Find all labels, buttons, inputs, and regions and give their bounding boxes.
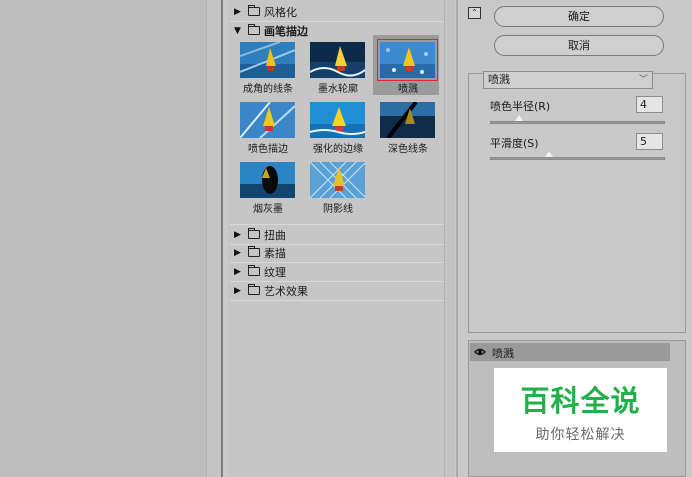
category-sketch[interactable]: ▶ 素描 — [230, 243, 444, 263]
spray-radius-label: 喷色半径(R) — [490, 100, 551, 113]
slider-knob[interactable] — [515, 115, 523, 121]
triangle-right-icon: ▶ — [234, 247, 241, 258]
folder-icon — [248, 284, 260, 295]
thumbnail-image — [310, 162, 365, 198]
preview-scrollbar[interactable] — [206, 0, 221, 477]
thumbnail-label: 墨水轮廓 — [318, 84, 358, 95]
thumbnail-sumi-e[interactable]: 烟灰墨 — [233, 155, 299, 215]
thumbnail-dark-strokes[interactable]: 深色线条 — [373, 95, 439, 155]
thumbnail-accented-edges[interactable]: 成角的线条 — [233, 35, 299, 95]
category-label: 风格化 — [264, 5, 297, 19]
thumbnail-label: 深色线条 — [388, 144, 428, 155]
panel-divider — [221, 0, 223, 477]
ok-button[interactable]: 确定 — [494, 6, 664, 27]
filter-gallery: ▶ 风格化 ▼ 画笔描边 成角的线条 墨水轮廓 喷溅 喷色描边 强化的边缘 深色… — [228, 0, 444, 477]
category-artistic[interactable]: ▶ 艺术效果 — [230, 281, 444, 301]
thumbnail-image — [240, 102, 295, 138]
category-stylize[interactable]: ▶ 风格化 — [230, 2, 444, 22]
thumbnail-label: 强化的边缘 — [313, 144, 363, 155]
category-texture[interactable]: ▶ 纹理 — [230, 262, 444, 282]
collapse-gallery-icon[interactable]: ⌃ — [468, 7, 481, 19]
slider-knob[interactable] — [544, 151, 553, 157]
gallery-scrollbar[interactable] — [444, 0, 455, 477]
smoothness-slider[interactable] — [490, 151, 665, 160]
thumbnail-ink-outlines[interactable]: 墨水轮廓 — [303, 35, 369, 95]
watermark-subtitle: 助你轻松解决 — [535, 427, 626, 443]
filter-select-value: 喷溅 — [488, 73, 510, 86]
thumbnail-grid: 成角的线条 墨水轮廓 喷溅 喷色描边 强化的边缘 深色线条 烟灰墨 阴影线 — [230, 32, 444, 222]
smoothness-label: 平滑度(S) — [490, 137, 539, 150]
thumbnail-label: 喷溅 — [398, 84, 418, 95]
thumbnail-image — [310, 42, 365, 78]
spray-radius-input[interactable]: 4 — [636, 96, 663, 113]
folder-icon — [248, 246, 260, 257]
eye-icon[interactable] — [474, 346, 486, 358]
watermark-title: 百科全说 — [520, 384, 641, 418]
triangle-right-icon: ▶ — [234, 229, 241, 240]
thumbnail-sprayed-strokes[interactable]: 喷色描边 — [233, 95, 299, 155]
preview-canvas[interactable] — [0, 0, 206, 477]
triangle-right-icon: ▶ — [234, 266, 241, 277]
thumbnail-emphasized-edges[interactable]: 强化的边缘 — [303, 95, 369, 155]
triangle-right-icon: ▶ — [234, 285, 241, 296]
chevron-down-icon: ﹀ — [638, 75, 648, 85]
triangle-right-icon: ▶ — [234, 6, 241, 17]
thumbnail-label: 阴影线 — [323, 204, 353, 215]
thumbnail-image — [240, 162, 295, 198]
folder-icon — [248, 5, 260, 16]
folder-icon — [248, 265, 260, 276]
thumbnail-label: 成角的线条 — [243, 84, 293, 95]
thumbnail-label: 喷色描边 — [248, 144, 288, 155]
smoothness-input[interactable]: 5 — [636, 133, 663, 150]
thumbnail-spatter[interactable]: 喷溅 — [373, 35, 439, 95]
thumbnail-label: 烟灰墨 — [253, 204, 283, 215]
thumbnail-image — [377, 39, 438, 81]
category-label: 艺术效果 — [264, 284, 308, 298]
category-label: 纹理 — [264, 265, 286, 279]
thumbnail-image — [240, 42, 295, 78]
thumbnail-crosshatch[interactable]: 阴影线 — [303, 155, 369, 215]
thumbnail-image — [310, 102, 365, 138]
folder-icon — [248, 228, 260, 239]
thumbnail-image — [380, 102, 435, 138]
cancel-button[interactable]: 取消 — [494, 35, 664, 56]
category-label: 扭曲 — [264, 228, 286, 242]
category-label: 素描 — [264, 246, 286, 260]
effect-layer-name: 喷溅 — [492, 347, 514, 360]
category-distort[interactable]: ▶ 扭曲 — [230, 224, 444, 245]
watermark-logo: 百科全说 助你轻松解决 — [494, 368, 667, 452]
spray-radius-slider[interactable] — [490, 115, 665, 124]
filter-select[interactable]: 喷溅 ﹀ — [483, 71, 653, 89]
